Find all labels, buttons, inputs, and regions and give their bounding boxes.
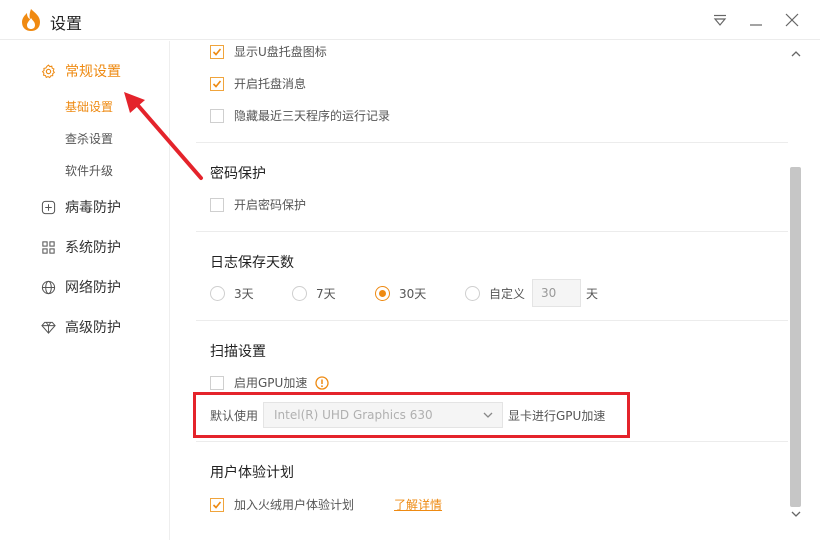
section-divider [196, 142, 788, 143]
sidebar-item-label: 常规设置 [65, 64, 121, 80]
plus-square-icon [40, 199, 56, 215]
window-title: 设置 [50, 14, 83, 33]
huorong-logo-icon [22, 9, 40, 31]
warning-icon[interactable] [315, 375, 329, 390]
option-label: 7天 [316, 287, 336, 301]
menu-down-icon [713, 14, 727, 26]
check-icon [212, 79, 222, 88]
scroll-up-icon[interactable] [790, 48, 802, 60]
option-label: 显示U盘托盘图标 [234, 45, 327, 59]
gpu-accel-checkbox[interactable] [210, 375, 224, 390]
option-label: 自定义 [489, 287, 526, 301]
grid-icon [40, 239, 56, 255]
sidebar-item-label: 系统防护 [65, 240, 121, 256]
scroll-down-icon[interactable] [790, 508, 802, 520]
hide-history-checkbox[interactable] [210, 108, 224, 123]
option-label: 开启托盘消息 [234, 77, 307, 91]
section-divider [196, 441, 788, 442]
ux-join-checkbox[interactable] [210, 497, 224, 512]
log-section-title: 日志保存天数 [210, 255, 294, 271]
option-label: 隐藏最近三天程序的运行记录 [234, 109, 391, 123]
sidebar-item-system-protection[interactable]: 系统防护 [40, 235, 121, 259]
diamond-icon [40, 319, 56, 335]
close-button[interactable] [780, 8, 804, 32]
option-label: 加入火绒用户体验计划 [234, 498, 355, 512]
gear-icon [40, 63, 56, 79]
subitem-software-update[interactable]: 软件升级 [65, 162, 113, 179]
learn-more-link[interactable]: 了解详情 [394, 496, 442, 513]
scrollbar-thumb[interactable] [790, 167, 801, 507]
settings-content: 显示U盘托盘图标 开启托盘消息 隐藏最近三天程序的运行记录 密码保护 开启密码保… [171, 41, 788, 540]
check-icon [212, 47, 222, 56]
sidebar: 常规设置 基础设置 查杀设置 软件升级 病毒防护 系统防护 网络防护 高级防护 [0, 41, 170, 540]
days-unit-label: 天 [586, 287, 599, 301]
section-divider [196, 320, 788, 321]
log-days-7-option[interactable]: 7天 [292, 285, 336, 302]
log-days-3-option[interactable]: 3天 [210, 285, 254, 302]
sidebar-item-label: 病毒防护 [65, 200, 121, 216]
scan-section-title: 扫描设置 [210, 344, 266, 360]
subitem-scan-settings[interactable]: 查杀设置 [65, 130, 113, 147]
ux-section-title: 用户体验计划 [210, 465, 294, 481]
sidebar-item-general[interactable]: 常规设置 [40, 59, 121, 83]
minimize-icon [750, 24, 762, 26]
check-icon [212, 500, 222, 509]
title-bar: 设置 [0, 0, 820, 40]
sidebar-item-virus-protection[interactable]: 病毒防护 [40, 195, 121, 219]
option-label: 启用GPU加速 [234, 376, 308, 390]
annotation-highlight-box [193, 392, 630, 438]
globe-icon [40, 279, 56, 295]
tray-message-option[interactable]: 开启托盘消息 [210, 75, 306, 92]
show-tray-icon-option[interactable]: 显示U盘托盘图标 [210, 43, 327, 60]
sidebar-item-label: 高级防护 [65, 320, 121, 336]
hide-history-option[interactable]: 隐藏最近三天程序的运行记录 [210, 107, 390, 124]
gpu-accel-option[interactable]: 启用GPU加速 [210, 374, 329, 391]
sidebar-item-label: 网络防护 [65, 280, 121, 296]
custom-days-input[interactable] [532, 279, 581, 307]
password-protect-checkbox[interactable] [210, 197, 224, 212]
tray-message-checkbox[interactable] [210, 76, 224, 91]
option-label: 30天 [399, 287, 427, 301]
log-days-30-radio[interactable] [375, 286, 390, 301]
ux-join-option[interactable]: 加入火绒用户体验计划 了解详情 [210, 496, 442, 513]
minimize-button[interactable] [744, 8, 768, 32]
subitem-basic-settings[interactable]: 基础设置 [65, 98, 113, 115]
section-divider [196, 231, 788, 232]
log-days-3-radio[interactable] [210, 286, 225, 301]
log-days-7-radio[interactable] [292, 286, 307, 301]
password-section-title: 密码保护 [210, 166, 266, 182]
sidebar-item-network-protection[interactable]: 网络防护 [40, 275, 121, 299]
option-label: 开启密码保护 [234, 198, 307, 212]
password-protect-option[interactable]: 开启密码保护 [210, 196, 306, 213]
menu-dropdown-button[interactable] [708, 8, 732, 32]
log-days-30-option[interactable]: 30天 [375, 285, 426, 302]
log-days-custom-radio[interactable] [465, 286, 480, 301]
option-label: 3天 [234, 287, 254, 301]
close-icon [785, 13, 799, 27]
sidebar-item-advanced-protection[interactable]: 高级防护 [40, 315, 121, 339]
show-tray-icon-checkbox[interactable] [210, 44, 224, 59]
log-days-custom-option[interactable]: 自定义 [465, 285, 525, 302]
